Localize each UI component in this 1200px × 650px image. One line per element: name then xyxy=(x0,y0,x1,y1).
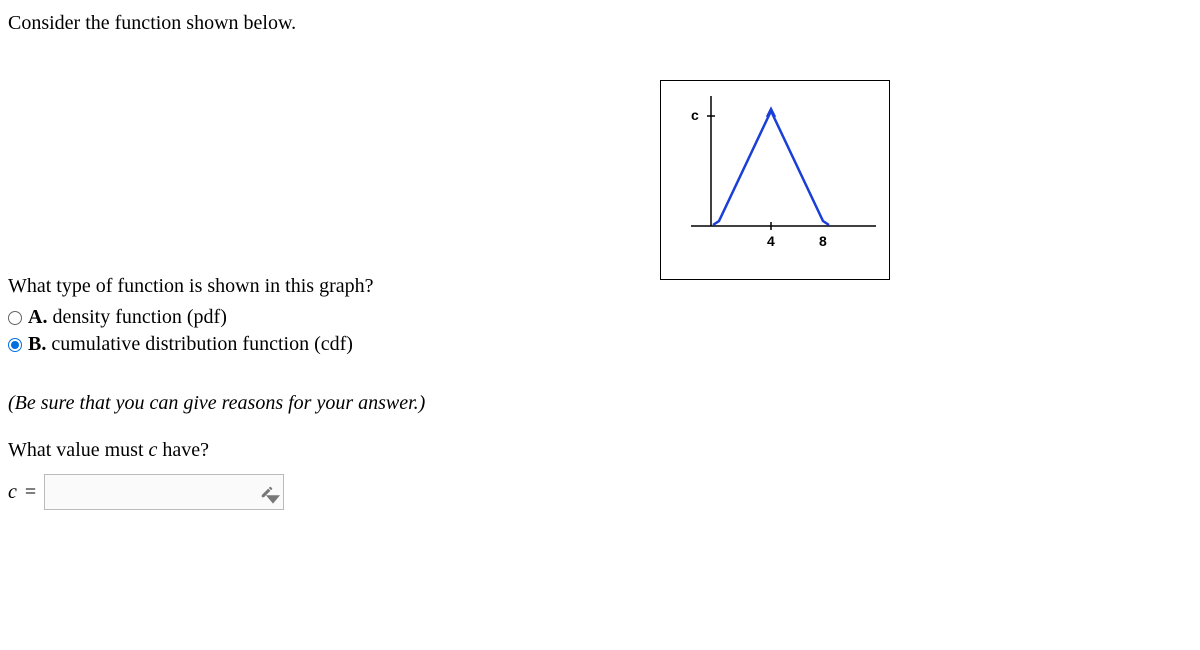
intro-text: Consider the function shown below. xyxy=(8,12,1192,35)
reason-note: (Be sure that you can give reasons for y… xyxy=(8,392,1192,415)
option-a-row[interactable]: A. density function (pdf) xyxy=(8,306,1192,329)
option-a-label: A. density function (pdf) xyxy=(28,306,227,329)
option-b-text: cumulative distribution function (cdf) xyxy=(51,333,353,355)
x-tick-label-8: 8 xyxy=(819,233,827,249)
q2-prompt-post: have? xyxy=(157,439,209,461)
x-tick-label-4: 4 xyxy=(767,233,775,249)
c-value-input[interactable] xyxy=(44,474,284,510)
q1-prompt: What type of function is shown in this g… xyxy=(8,275,1192,298)
q2-prompt: What value must c have? xyxy=(8,439,1192,462)
option-a-letter: A. xyxy=(28,306,47,328)
option-a-text: density function (pdf) xyxy=(52,306,226,328)
function-figure: c 4 8 xyxy=(660,80,890,280)
y-axis-label-c: c xyxy=(691,107,699,123)
radio-a[interactable] xyxy=(8,311,22,325)
q2-prompt-pre: What value must xyxy=(8,439,149,461)
c-variable: c xyxy=(8,481,17,504)
answer-row: c = xyxy=(8,474,1192,510)
option-b-row[interactable]: B. cumulative distribution function (cdf… xyxy=(8,333,1192,356)
radio-b[interactable] xyxy=(8,338,22,352)
equals-sign: = xyxy=(25,481,36,504)
option-b-letter: B. xyxy=(28,333,46,355)
pencil-icon[interactable] xyxy=(258,483,276,501)
option-b-label: B. cumulative distribution function (cdf… xyxy=(28,333,353,356)
